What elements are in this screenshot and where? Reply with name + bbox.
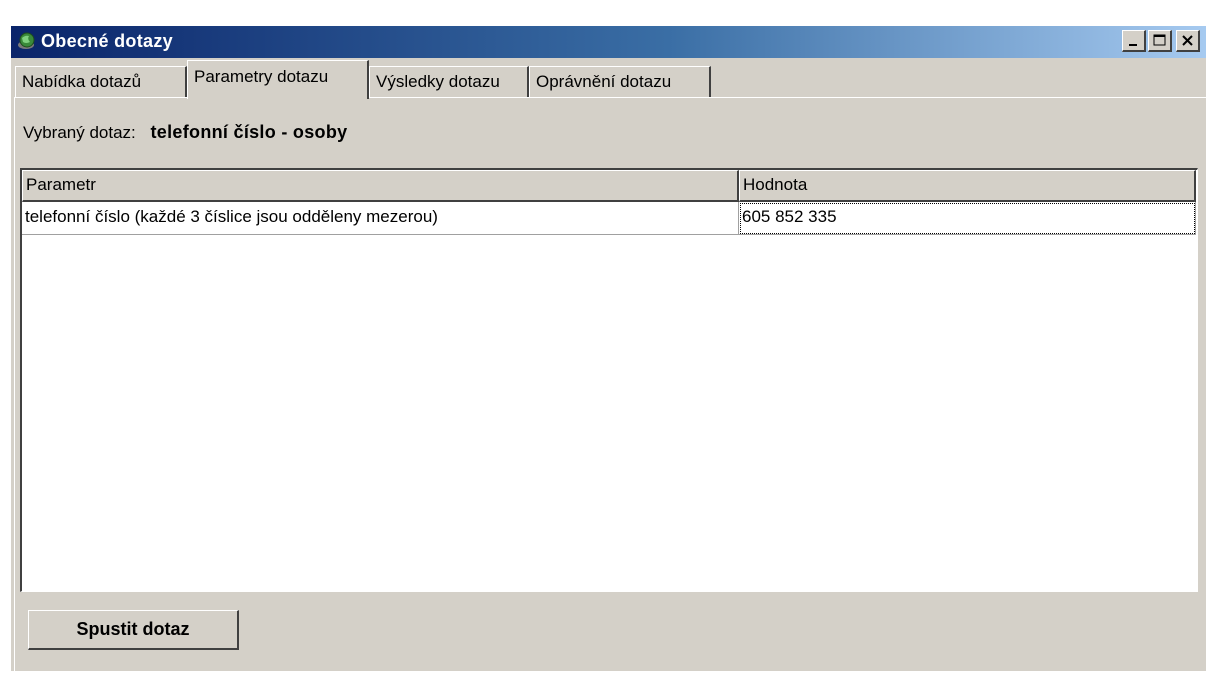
query-window: Obecné dotazy Nabídka dotazů Parametry d… [9, 24, 1206, 673]
window-title: Obecné dotazy [41, 31, 173, 51]
value-cell[interactable]: 605 852 335 [739, 202, 1196, 235]
grid-header: Parametr Hodnota [22, 170, 1196, 202]
column-header-parameter[interactable]: Parametr [22, 170, 739, 202]
maximize-icon [1153, 34, 1166, 46]
selected-query: Vybraný dotaz: telefonní číslo - osoby [23, 122, 347, 143]
tab-query-results[interactable]: Výsledky dotazu [369, 66, 529, 97]
minimize-icon [1129, 44, 1137, 46]
parameter-cell[interactable]: telefonní číslo (každé 3 číslice jsou od… [22, 202, 739, 235]
tab-query-menu[interactable]: Nabídka dotazů [15, 66, 187, 97]
table-row[interactable]: telefonní číslo (každé 3 číslice jsou od… [22, 202, 1196, 235]
column-header-value[interactable]: Hodnota [739, 170, 1196, 202]
tab-query-parameters[interactable]: Parametry dotazu [187, 60, 369, 99]
title-bar[interactable]: Obecné dotazy [11, 26, 1206, 58]
app-globe-icon [17, 31, 37, 51]
close-icon [1182, 35, 1193, 46]
tab-query-permissions[interactable]: Oprávnění dotazu [529, 66, 711, 97]
parameters-grid: Parametr Hodnota telefonní číslo (každé … [20, 168, 1198, 592]
selected-query-value: telefonní číslo - osoby [150, 122, 348, 142]
selected-query-label: Vybraný dotaz: [23, 123, 136, 142]
parameters-panel: Vybraný dotaz: telefonní číslo - osoby P… [14, 97, 1206, 673]
run-query-button[interactable]: Spustit dotaz [28, 610, 239, 650]
minimize-button[interactable] [1122, 30, 1146, 52]
close-button[interactable] [1176, 30, 1200, 52]
maximize-button[interactable] [1148, 30, 1172, 52]
